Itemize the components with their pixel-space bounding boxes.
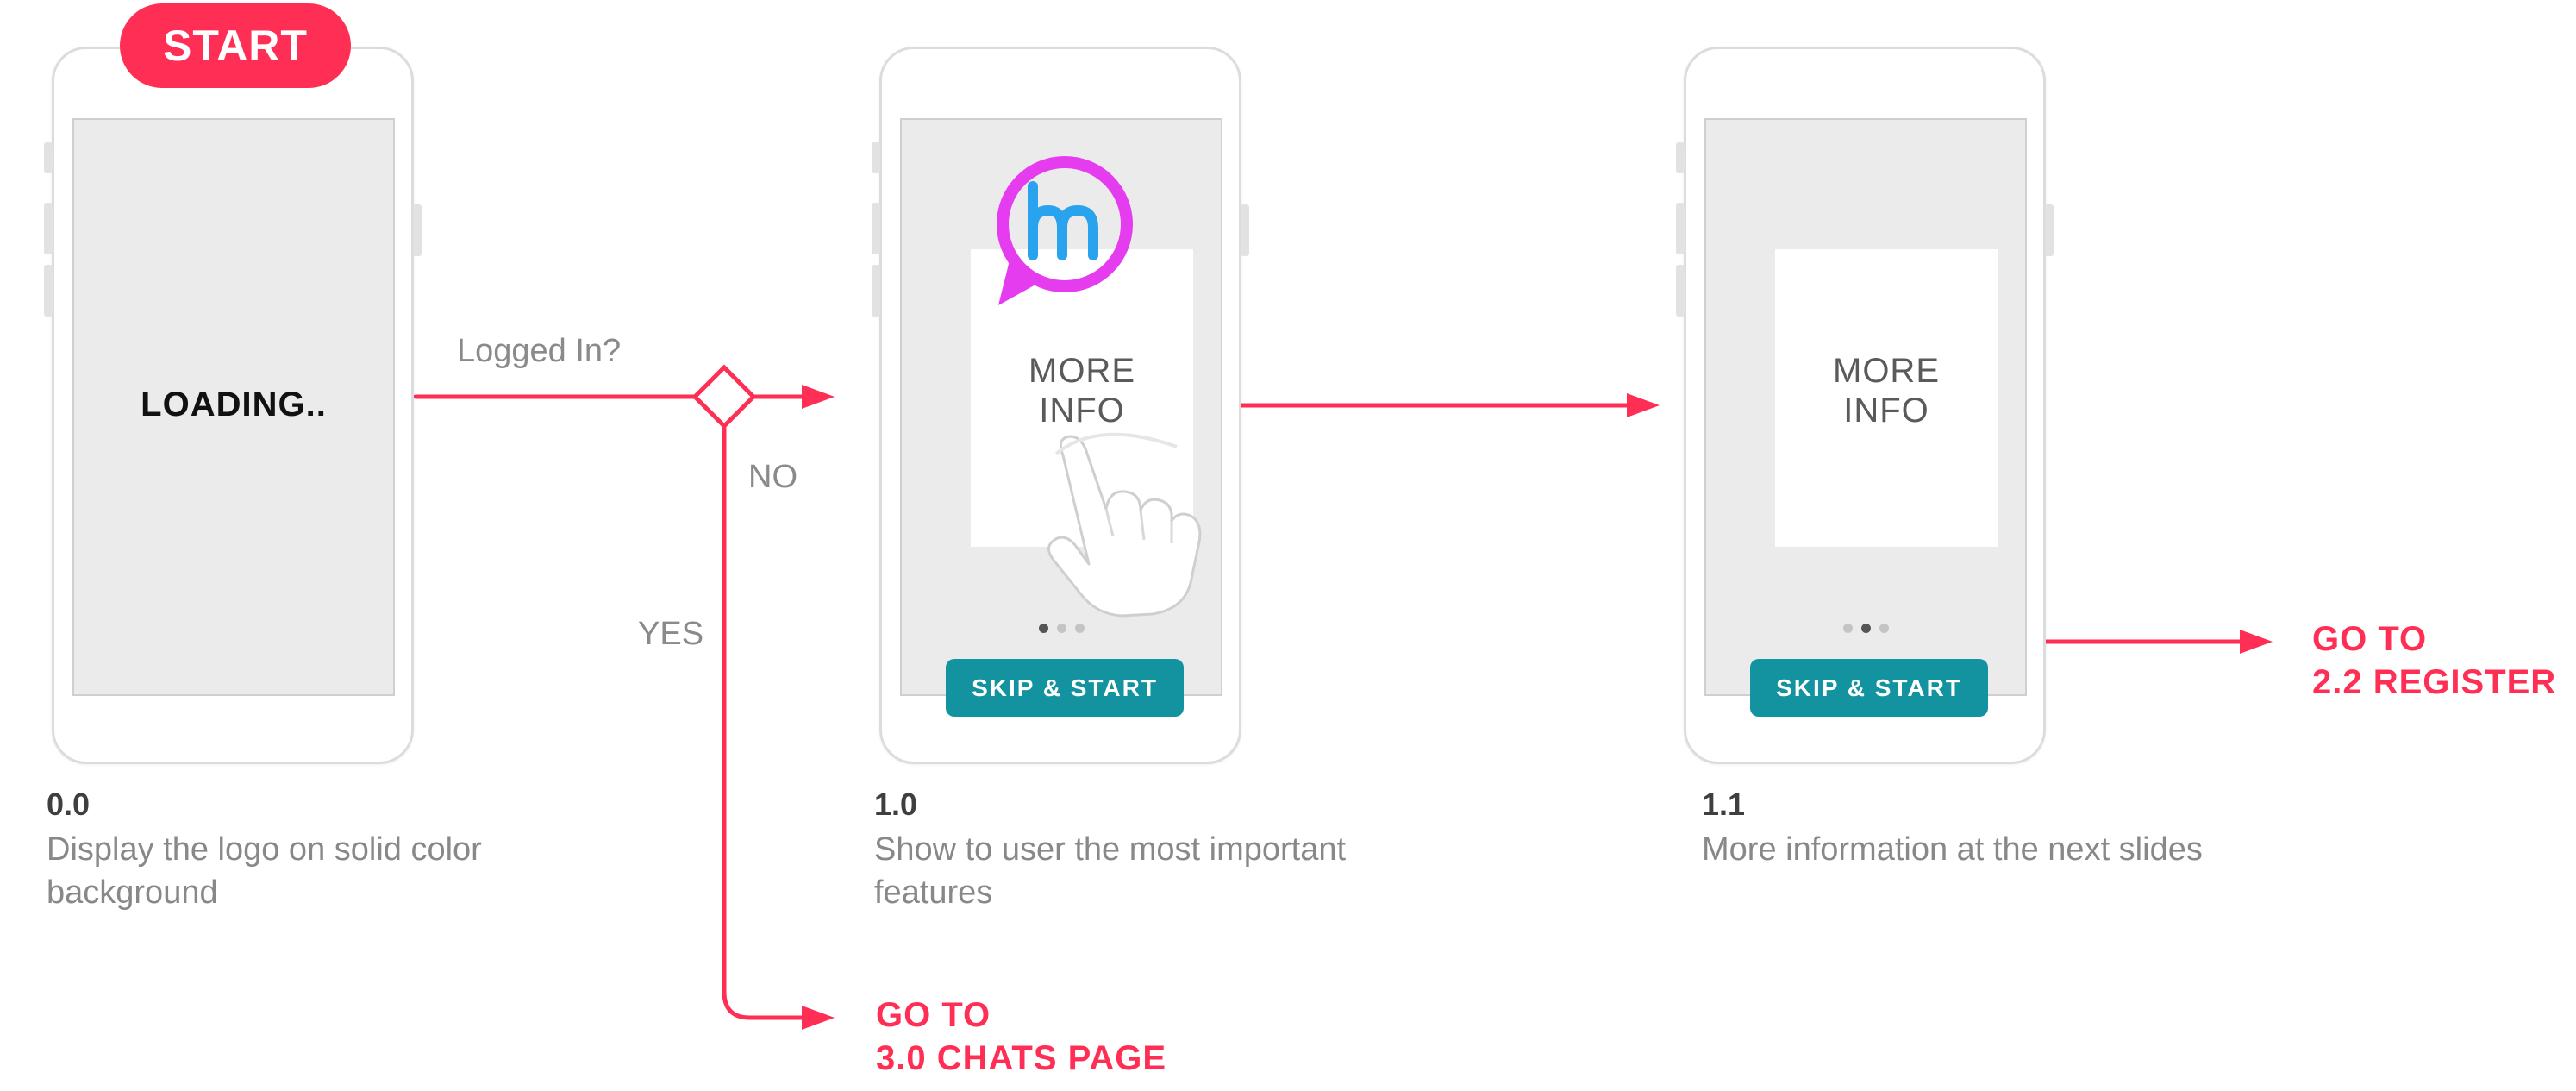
pagination-dot[interactable] bbox=[1074, 624, 1085, 633]
connector-decision-yes bbox=[722, 423, 813, 1020]
phone-side-button bbox=[413, 204, 422, 256]
phone-side-button bbox=[1676, 203, 1685, 254]
decision-yes-label: YES bbox=[638, 616, 704, 652]
phone-side-button bbox=[44, 203, 53, 254]
step-number: 1.1 bbox=[1702, 787, 1746, 822]
decision-no-label: NO bbox=[748, 459, 797, 495]
pagination-dots bbox=[1706, 622, 2025, 637]
pagination-dot[interactable] bbox=[1842, 624, 1853, 633]
pagination-dot-active[interactable] bbox=[1860, 624, 1871, 633]
arrow-head-no bbox=[802, 385, 835, 409]
arrow-head-yes bbox=[802, 1006, 835, 1030]
decision-question: Logged In? bbox=[457, 333, 622, 369]
card-text: MORE INFO bbox=[1833, 352, 1940, 430]
pagination-dot[interactable] bbox=[1879, 624, 1889, 633]
step-description: More information at the next slides bbox=[1702, 831, 2203, 868]
step-number: 1.0 bbox=[874, 787, 918, 822]
info-card[interactable]: MORE INFO bbox=[1775, 249, 1998, 547]
phone-side-button bbox=[872, 142, 880, 173]
step-description: Display the logo on solid color backgrou… bbox=[47, 831, 482, 911]
pagination-dot-active[interactable] bbox=[1038, 624, 1048, 633]
loading-text: LOADING.. bbox=[141, 386, 327, 423]
arrow-head-moreinfo bbox=[1627, 393, 1660, 417]
goto-register-link[interactable]: GO TO 2.2 REGISTER bbox=[2312, 618, 2556, 704]
phone-side-button bbox=[2045, 204, 2054, 256]
arrow-head-register bbox=[2240, 630, 2273, 654]
step-number: 0.0 bbox=[47, 787, 91, 822]
phone-side-button bbox=[44, 142, 53, 173]
start-badge: START bbox=[120, 3, 351, 88]
tap-hand-icon bbox=[1047, 432, 1202, 618]
goto-chats-page-link[interactable]: GO TO 3.0 CHATS PAGE bbox=[876, 994, 1166, 1080]
skip-start-button[interactable]: SKIP & START bbox=[1750, 659, 1988, 717]
phone-display: LOADING.. bbox=[72, 118, 395, 696]
phone-screen-0-0: LOADING.. bbox=[44, 47, 422, 764]
decision-diamond bbox=[691, 364, 757, 430]
phone-side-button bbox=[872, 265, 880, 317]
pagination-dots bbox=[902, 622, 1221, 637]
app-logo-icon: hm bbox=[997, 156, 1133, 305]
phone-side-button bbox=[1241, 204, 1249, 256]
phone-display: MORE INFO SKIP & START bbox=[1704, 118, 2027, 717]
phone-side-button bbox=[44, 265, 53, 317]
phone-screen-1-1: MORE INFO SKIP & START bbox=[1676, 47, 2054, 764]
card-text: MORE INFO bbox=[1029, 352, 1135, 430]
phone-side-button bbox=[1676, 142, 1685, 173]
skip-start-button[interactable]: SKIP & START bbox=[946, 659, 1184, 717]
pagination-dot[interactable] bbox=[1056, 624, 1066, 633]
step-description: Show to user the most important features bbox=[874, 831, 1347, 911]
phone-side-button bbox=[872, 203, 880, 254]
phone-side-button bbox=[1676, 265, 1685, 317]
